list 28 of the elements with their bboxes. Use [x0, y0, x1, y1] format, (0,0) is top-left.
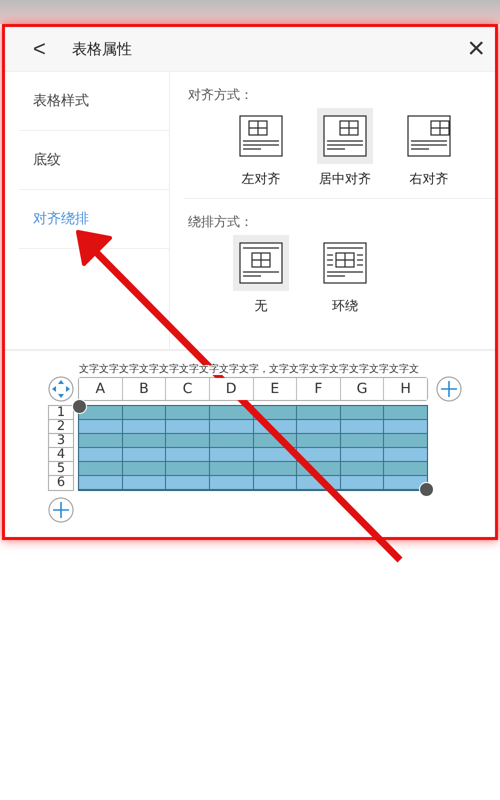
- column-header: A: [79, 378, 123, 400]
- resize-handle[interactable]: [72, 399, 87, 414]
- add-column-icon[interactable]: [436, 376, 462, 402]
- sidebar-item[interactable]: 表格样式: [19, 72, 169, 131]
- back-button[interactable]: <: [25, 36, 54, 62]
- resize-handle[interactable]: [419, 482, 434, 497]
- row-header: 5: [49, 462, 73, 476]
- move-icon[interactable]: [48, 376, 74, 402]
- row-header: 4: [49, 448, 73, 462]
- table-align-icon: [239, 115, 283, 157]
- table-align-icon: [407, 115, 451, 157]
- row-header: 6: [56, 476, 66, 489]
- layout-option[interactable]: 右对齐: [394, 108, 464, 188]
- table-align-icon: [323, 115, 367, 157]
- row-header: 3: [49, 434, 73, 448]
- layout-option[interactable]: 左对齐: [226, 108, 296, 188]
- column-header: B: [122, 378, 166, 400]
- section-title: 对齐方式：: [188, 87, 254, 104]
- dialog-title: 表格属性: [72, 40, 133, 58]
- section-title: 绕排方式：: [188, 214, 254, 231]
- add-row-icon[interactable]: [48, 497, 74, 523]
- close-button[interactable]: ×: [457, 32, 495, 66]
- column-header: E: [254, 378, 298, 400]
- table-inline-icon: [239, 242, 283, 284]
- sidebar-item[interactable]: 底纹: [19, 131, 169, 190]
- row-header: 2: [49, 420, 73, 434]
- layout-option[interactable]: 环绕: [310, 235, 380, 315]
- table-wrap-icon: [323, 242, 367, 284]
